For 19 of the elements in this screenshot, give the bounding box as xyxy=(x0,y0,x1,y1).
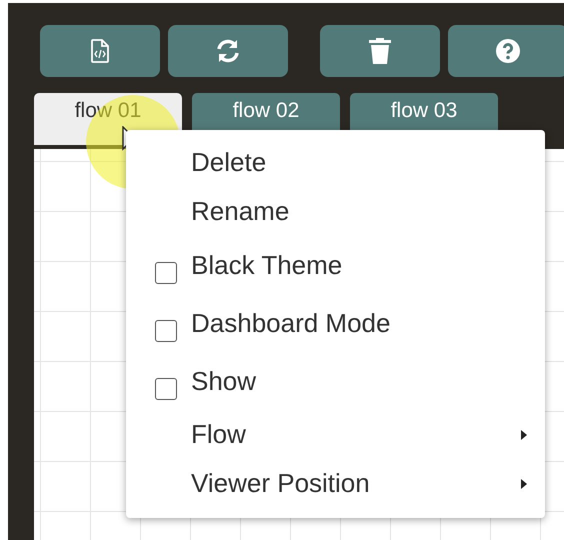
menu-item[interactable]: Flow xyxy=(126,410,545,459)
menu-item[interactable]: Viewer Position xyxy=(126,459,545,508)
menu-item[interactable]: Black Theme xyxy=(126,236,545,294)
menu-item[interactable]: Dashboard Mode xyxy=(126,294,545,352)
code-file-icon xyxy=(91,39,109,63)
help-icon xyxy=(496,39,520,63)
checkbox[interactable] xyxy=(155,378,177,400)
submenu-arrow-icon xyxy=(521,430,527,440)
refresh-button[interactable] xyxy=(168,25,288,77)
menu-item[interactable]: Rename xyxy=(126,187,545,236)
refresh-icon xyxy=(215,38,241,64)
trash-icon xyxy=(369,38,391,64)
menu-item[interactable]: Show xyxy=(126,352,545,410)
help-button[interactable] xyxy=(448,25,564,77)
checkbox[interactable] xyxy=(155,320,177,342)
checkbox[interactable] xyxy=(155,262,177,284)
submenu-arrow-icon xyxy=(521,478,527,488)
export-file-button[interactable] xyxy=(40,25,160,77)
delete-button[interactable] xyxy=(320,25,440,77)
